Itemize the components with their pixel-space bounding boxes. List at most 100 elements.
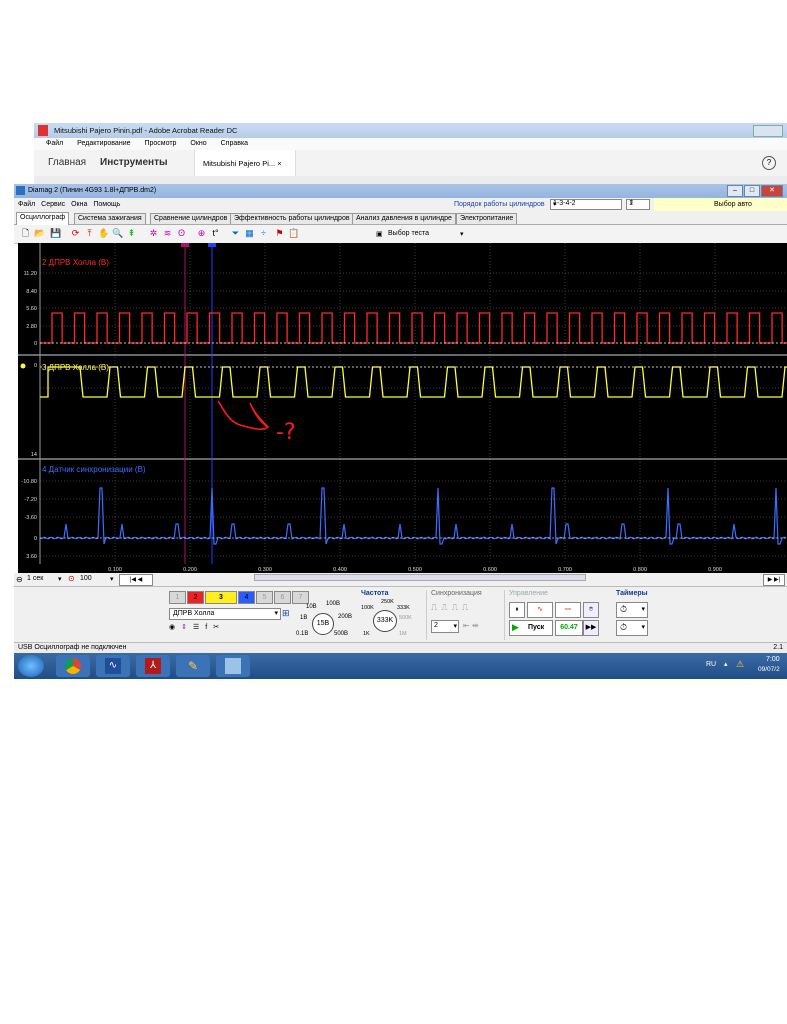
tab-home[interactable]: Главная [48,157,86,168]
cursor-1-handle[interactable] [181,243,189,247]
acrobat-menu-edit[interactable]: Редактирование [77,140,130,147]
acrobat-menu-view[interactable]: Просмотр [144,140,176,147]
network-icon[interactable]: ⚠ [736,659,744,670]
function-icon[interactable]: f [205,624,207,631]
sine-wave-icon[interactable]: ∿ [527,602,553,618]
auto-select-bar[interactable]: Выбор авто [654,198,787,211]
rotate-icon[interactable]: ⊕ [196,228,207,239]
timebase-value[interactable]: 1 сек [27,575,43,582]
minimize-button[interactable]: – [727,185,743,197]
hand-pan-icon[interactable]: ✋ [98,228,109,239]
chevron-down-icon[interactable]: ▾ [58,575,62,583]
tab-ignition[interactable]: Система зажигания [74,213,146,224]
sync-channel-select[interactable]: 2 ▾ [431,620,459,633]
scissors-icon[interactable]: ✂ [213,624,219,631]
acrobat-taskbar-button[interactable]: ⅄ [136,655,170,677]
sync-edge-icons[interactable]: ⎍⎍⎍⎍ [431,602,472,613]
auto-play-icon[interactable]: ▶▶ [583,620,599,636]
y-tick-label: 0 [34,363,37,369]
probe-icon[interactable]: ⊞ [282,608,290,619]
pause-button[interactable]: ⏸ [509,602,525,618]
funnel-icon[interactable]: ⏷ [230,228,241,239]
clipboard-icon[interactable]: 📋 [288,228,299,239]
channel-button-2[interactable]: 2 [187,591,204,604]
start-orb-icon[interactable] [18,655,44,677]
eye-icon[interactable]: ◉ [169,624,175,631]
sample-count[interactable]: 100 [80,575,92,582]
table-icon[interactable]: ▦ [244,228,255,239]
tab-pressure-analysis[interactable]: Анализ давления в цилиндре [352,213,456,224]
acrobat-menu-help[interactable]: Справка [221,140,248,147]
tray-expand-icon[interactable]: ▴ [724,660,728,668]
new-file-icon[interactable]: 🗋 [20,228,31,239]
start-button[interactable]: ▶ Пуск [509,620,553,636]
cylinder-spinner[interactable]: 1 ⇕ [626,199,650,210]
open-folder-icon[interactable]: 📂 [34,228,45,239]
tab-tools[interactable]: Инструменты [100,157,168,168]
tab-cylinder-compare[interactable]: Сравнение цилиндров [150,213,232,224]
nav-first-prev-buttons[interactable]: |◀ ◀ [119,574,153,586]
channel-sensor-select[interactable]: ДПРВ Холла ▾ [169,608,281,620]
channel-button-3[interactable]: 3 [205,591,237,604]
temperature-icon[interactable]: t° [210,228,221,239]
chevron-down-icon[interactable]: ▾ [110,575,114,583]
record-icon: ⊙ [68,574,75,583]
tab-cylinder-efficiency[interactable]: Эффективность работы цилиндров [230,213,354,224]
timer-1-button[interactable]: ⏱ ▾ [616,602,648,618]
menu-file[interactable]: Файл [18,201,35,208]
acrobat-menu-file[interactable]: Файл [46,140,63,147]
vertical-arrows-icon[interactable]: ⇕ [181,624,187,631]
test-select[interactable]: ▣ Выбор теста ▾ [374,228,474,239]
acrobat-minimize-button[interactable] [753,125,783,137]
timer-2-button[interactable]: ⏱ ▾ [616,620,648,636]
channel-cursor-icon[interactable]: ⟳ [70,228,81,239]
auto-scale-icon[interactable]: ⇞ [126,228,137,239]
flag-icon[interactable]: ⚑ [274,228,285,239]
clock-date[interactable]: 09/07/2 [758,666,780,673]
auto-select-label: Выбор авто [714,201,752,208]
cursor-2-handle[interactable] [208,243,216,247]
firing-order-select[interactable]: 1-3-4-2 ▾ [550,199,622,210]
clock-time[interactable]: 7:00 [766,656,780,663]
menu-help[interactable]: Помощь [93,201,120,208]
channel-button-5[interactable]: 5 [256,591,273,604]
camera-icon[interactable]: ⌾ [583,602,599,618]
sync-level-icons[interactable]: ⇤ ⇹ [463,621,479,630]
chrome-taskbar-button[interactable] [56,655,90,677]
menu-service[interactable]: Сервис [41,201,65,208]
control-title: Управление [509,590,548,597]
paint-taskbar-button[interactable]: ✎ [176,655,210,677]
horizontal-scrollbar[interactable] [254,574,586,581]
diamag-taskbar-button[interactable]: ∿ [96,655,130,677]
volt-knob[interactable]: 15В [312,613,334,635]
tab-document[interactable]: Mitsubishi Pajero Pi... × [194,150,296,176]
channel-button-6[interactable]: 6 [274,591,291,604]
channel-buttons: 1234567 [169,591,310,604]
save-icon[interactable]: 💾 [50,228,61,239]
maximize-button[interactable]: □ [744,185,760,197]
tab-oscilloscope[interactable]: Осциллограф [16,212,70,225]
acrobat-menu-window[interactable]: Окно [190,140,206,147]
multi-wave-icon[interactable]: ≈≈ [555,602,581,618]
lines-icon[interactable]: ☰ [193,624,199,631]
divide-icon[interactable]: ÷ [258,228,269,239]
tab-power-supply[interactable]: Электропитание [456,213,518,224]
nav-next-last-buttons[interactable]: ▶ ▶| [763,574,785,586]
sync-channel-value: 2 [434,622,438,629]
channel-button-1[interactable]: 1 [169,591,186,604]
overlay-icon[interactable]: ʘ [176,228,187,239]
language-indicator[interactable]: RU [706,661,716,668]
volts-dial[interactable]: 10В 100В 1В 200В 0.1В 500В 15В [290,601,356,641]
help-icon[interactable]: ? [762,156,776,170]
close-button[interactable]: ✕ [761,185,783,197]
filter-icon[interactable]: ✲ [148,228,159,239]
image-taskbar-button[interactable] [216,655,250,677]
oscilloscope-plot[interactable]: 11.20 8.40 5.60 2.80 0 0 14 -10.80 -7.20 -3.60 0 3.… [18,243,787,570]
freq-tick: 250K [381,599,394,605]
zoom-icon[interactable]: 🔍 [112,228,123,239]
channel-button-4[interactable]: 4 [238,591,255,604]
waveform-icon[interactable]: ≋ [162,228,173,239]
frequency-knob[interactable]: 333K [373,610,397,632]
menu-windows[interactable]: Окна [71,201,87,208]
trigger-icon[interactable]: ⤒ [84,228,95,239]
